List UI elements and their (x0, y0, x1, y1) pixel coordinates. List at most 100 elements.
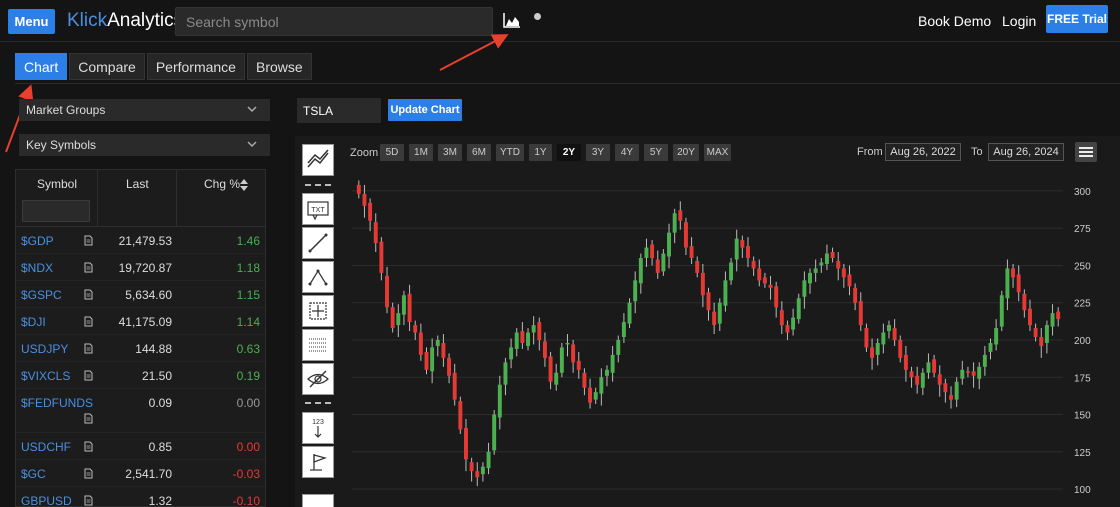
line-tool[interactable] (302, 227, 334, 259)
zoom-max[interactable]: MAX (704, 144, 731, 161)
free-trial-button[interactable]: FREE Trial (1046, 5, 1108, 33)
zoom-6m[interactable]: 6M (467, 144, 491, 161)
row-symbol[interactable]: USDJPY (21, 342, 68, 356)
candle-body (526, 332, 530, 346)
key-symbols-dropdown[interactable]: Key Symbols (19, 134, 270, 156)
area-chart-icon[interactable] (503, 12, 521, 28)
menu-button[interactable]: Menu (8, 9, 55, 34)
sort-icon[interactable] (239, 178, 249, 192)
row-symbol[interactable]: $GC (21, 467, 46, 481)
tab-chart[interactable]: Chart (15, 53, 68, 80)
indicators-tool[interactable] (302, 144, 334, 176)
logo[interactable]: KlickAnalytics (67, 10, 183, 32)
tab-performance[interactable]: Performance (146, 53, 245, 80)
candle-body (599, 377, 604, 394)
zoom-1y[interactable]: 1Y (529, 144, 552, 161)
candlestick-chart[interactable]: 100 125 150 175 200 225 250 275 300 (348, 168, 1120, 507)
column-chg[interactable]: Chg % (177, 170, 265, 227)
document-icon[interactable] (84, 441, 93, 452)
update-chart-button[interactable]: Update Chart (388, 99, 462, 121)
document-icon[interactable] (84, 262, 93, 273)
table-row[interactable]: GBPUSD 1.32 -0.10 (16, 487, 265, 506)
login-link[interactable]: Login (1002, 13, 1036, 29)
row-symbol[interactable]: $FEDFUNDS (21, 396, 93, 410)
table-row[interactable]: $VIXCLS 21.50 0.19 (16, 362, 265, 389)
flag-tool[interactable] (302, 446, 334, 478)
table-row[interactable]: USDJPY 144.88 0.63 (16, 335, 265, 362)
zoom-1m[interactable]: 1M (409, 144, 433, 161)
zoom-5y[interactable]: 5Y (644, 144, 668, 161)
tab-browse[interactable]: Browse (246, 53, 312, 80)
candle-body (661, 253, 666, 272)
row-symbol[interactable]: $VIXCLS (21, 369, 70, 383)
row-symbol[interactable]: USDCHF (21, 440, 71, 454)
candle-body (554, 372, 559, 385)
row-symbol[interactable]: $GSPC (21, 288, 62, 302)
table-row[interactable]: $DJI 41,175.09 1.14 (16, 308, 265, 335)
search-input[interactable] (175, 7, 493, 36)
row-symbol[interactable]: $DJI (21, 315, 46, 329)
tool-separator (305, 184, 331, 186)
row-change: 1.14 (236, 315, 260, 329)
y-tick-label: 300 (1074, 187, 1091, 198)
count-tool[interactable]: 123 (302, 412, 334, 444)
table-row[interactable]: $GDP 21,479.53 1.46 (16, 227, 265, 254)
from-date-input[interactable]: Aug 26, 2022 (885, 143, 961, 161)
y-tick-label: 200 (1074, 336, 1091, 347)
column-symbol[interactable]: Symbol (16, 170, 98, 227)
document-icon[interactable] (84, 316, 93, 327)
document-icon[interactable] (84, 289, 93, 300)
zoom-2y[interactable]: 2Y (557, 144, 581, 161)
column-last-label: Last (126, 177, 149, 191)
document-icon[interactable] (84, 370, 93, 381)
candle-body (762, 277, 767, 284)
fibonacci-tool[interactable] (302, 329, 334, 361)
candle-body (830, 252, 835, 258)
candle-body (542, 341, 547, 358)
candle-body (559, 347, 564, 373)
row-symbol[interactable]: $NDX (21, 261, 53, 275)
table-row[interactable]: $GC 2,541.70 -0.03 (16, 460, 265, 487)
chart-menu-button[interactable] (1075, 142, 1097, 162)
pattern-tool[interactable] (302, 261, 334, 293)
count-down-icon: 123 (312, 419, 324, 438)
zoom-20y[interactable]: 20Y (673, 144, 699, 161)
row-symbol[interactable]: GBPUSD (21, 494, 72, 506)
row-change: 0.63 (236, 342, 260, 356)
text-tool[interactable]: TXT (302, 193, 334, 225)
table-row[interactable]: $GSPC 5,634.60 1.15 (16, 281, 265, 308)
more-tool[interactable] (302, 494, 334, 507)
symbol-filter-input[interactable] (22, 200, 90, 222)
zoom-4y[interactable]: 4Y (615, 144, 639, 161)
tab-compare[interactable]: Compare (69, 53, 145, 80)
candle-body (892, 328, 897, 340)
chart-symbol-input[interactable]: TSLA (297, 98, 381, 123)
book-demo-link[interactable]: Book Demo (918, 13, 991, 29)
market-groups-dropdown[interactable]: Market Groups (19, 99, 270, 121)
zoom-3m[interactable]: 3M (438, 144, 462, 161)
document-icon[interactable] (84, 343, 93, 354)
candle-body (740, 240, 745, 248)
zoom-3y[interactable]: 3Y (586, 144, 610, 161)
document-icon[interactable] (84, 468, 93, 479)
zoom-ytd[interactable]: YTD (496, 144, 524, 161)
candle-body (379, 241, 384, 273)
candle-body (1050, 313, 1055, 327)
dot-icon[interactable] (534, 13, 541, 20)
candle-body (723, 280, 728, 306)
document-icon[interactable] (84, 235, 93, 246)
candle-body (503, 362, 508, 385)
hide-drawings-tool[interactable] (302, 363, 334, 395)
to-date-input[interactable]: Aug 26, 2024 (988, 143, 1064, 161)
zoom-5d[interactable]: 5D (380, 144, 404, 161)
table-row[interactable]: $FEDFUNDS 0.09 0.00 (16, 389, 265, 433)
document-icon[interactable] (84, 495, 93, 506)
table-row[interactable]: USDCHF 0.85 0.00 (16, 433, 265, 460)
row-symbol[interactable]: $GDP (21, 234, 54, 248)
candle-body (791, 317, 796, 330)
measure-tool[interactable] (302, 295, 334, 327)
document-icon[interactable] (84, 413, 93, 424)
candle-body (932, 359, 937, 373)
table-row[interactable]: $NDX 19,720.87 1.18 (16, 254, 265, 281)
column-last[interactable]: Last (98, 170, 177, 227)
